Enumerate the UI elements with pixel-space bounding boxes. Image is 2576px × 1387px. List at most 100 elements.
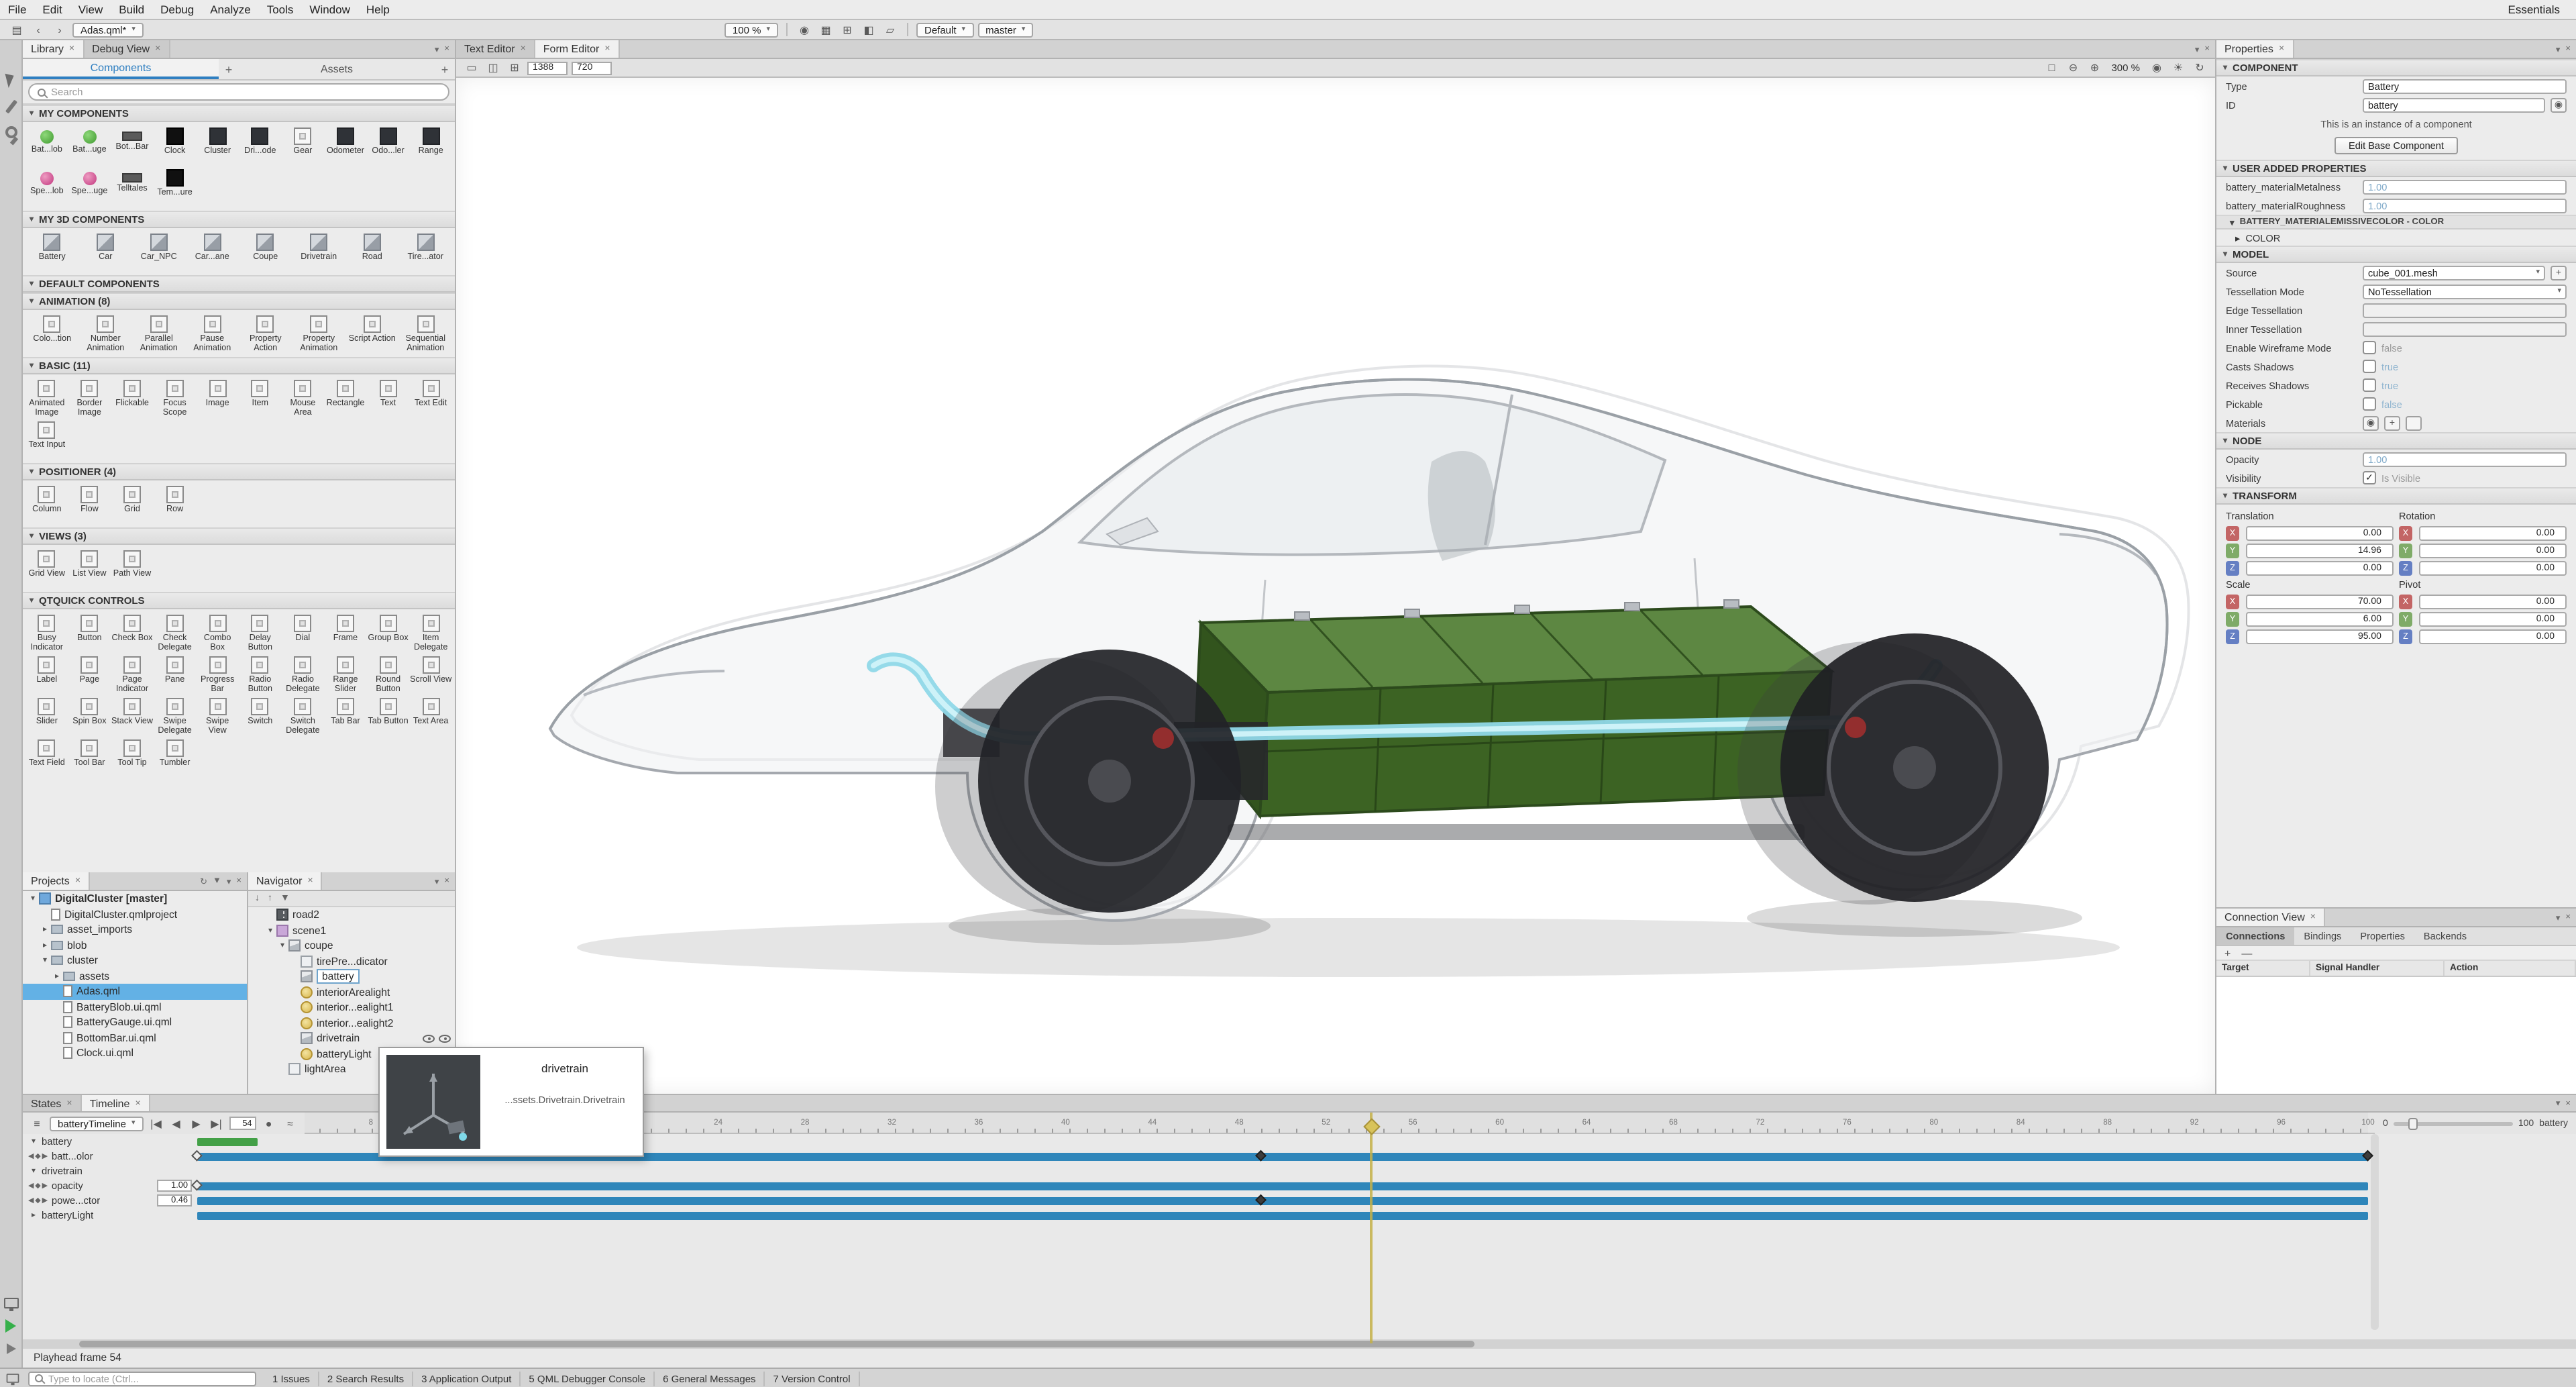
section-header-qtquick-controls[interactable]: ▾QTQUICK CONTROLS xyxy=(23,592,455,609)
section-header-animation-8[interactable]: ▾ANIMATION (8) xyxy=(23,293,455,310)
close-icon[interactable]: × xyxy=(2310,913,2316,922)
section-header-default-components[interactable]: ▾DEFAULT COMPONENTS xyxy=(23,275,455,293)
component-text[interactable]: Text xyxy=(367,377,410,419)
track-bar-area[interactable] xyxy=(197,1208,2368,1223)
component-group-box[interactable]: Group Box xyxy=(367,612,410,654)
receives-shadows-checkbox[interactable] xyxy=(2363,378,2376,392)
scale-y-field[interactable]: 6.00 xyxy=(2246,612,2394,627)
workspace-selector[interactable]: Essentials xyxy=(2508,3,2576,16)
timeline-bar[interactable] xyxy=(197,1182,2368,1190)
type-field[interactable]: Battery xyxy=(2363,79,2567,93)
record-icon[interactable]: ● xyxy=(260,1115,278,1131)
component-spin-box[interactable]: Spin Box xyxy=(68,695,111,737)
timeline-selector[interactable]: batteryTimeline ▾ xyxy=(50,1116,144,1131)
component-delay-button[interactable]: Delay Button xyxy=(239,612,282,654)
enable-wireframe-mode-checkbox[interactable] xyxy=(2363,341,2376,354)
track-value-field[interactable]: 0.46 xyxy=(157,1194,192,1206)
expand-icon[interactable]: ▾ xyxy=(28,1137,39,1146)
canvas-height-field[interactable]: 720 xyxy=(572,61,612,74)
back-icon[interactable]: ‹ xyxy=(30,21,47,38)
component-column[interactable]: Column xyxy=(25,483,68,525)
component-gear[interactable]: Gear xyxy=(282,125,325,166)
projects-item-batterygauge-ui-qml[interactable]: BatteryGauge.ui.qml xyxy=(23,1015,247,1030)
component-text-area[interactable]: Text Area xyxy=(409,695,452,737)
navigator-tab-navigator[interactable]: Navigator× xyxy=(248,872,323,890)
panel-close-icon[interactable]: × xyxy=(444,876,449,886)
component-busy-indicator[interactable]: Busy Indicator xyxy=(25,612,68,654)
casts-shadows-checkbox[interactable] xyxy=(2363,360,2376,373)
navigator-item-drivetrain[interactable]: drivetrain xyxy=(248,1031,455,1046)
projects-item-adas-qml[interactable]: Adas.qml xyxy=(23,984,247,999)
play-icon[interactable]: ▶ xyxy=(188,1115,205,1131)
close-icon[interactable]: × xyxy=(308,876,313,886)
component-text-edit[interactable]: Text Edit xyxy=(409,377,452,419)
component-focus-scope[interactable]: Focus Scope xyxy=(154,377,197,419)
branch-selector[interactable]: master▾ xyxy=(977,22,1033,37)
projects-item-cluster[interactable]: ▾cluster xyxy=(23,953,247,968)
component-grid[interactable]: Grid xyxy=(111,483,154,525)
add-assets-button[interactable]: + xyxy=(435,59,455,79)
track-header-batt-olor[interactable]: ◀◆▶batt...olor xyxy=(23,1150,197,1162)
menu-tools[interactable]: Tools xyxy=(259,3,302,16)
component-spe-uge[interactable]: Spe...uge xyxy=(68,166,111,208)
component-check-delegate[interactable]: Check Delegate xyxy=(154,612,197,654)
move-down-icon[interactable]: ↓ xyxy=(255,894,260,903)
guides-icon[interactable]: ⊞ xyxy=(839,21,856,38)
output-pane-1-issues[interactable]: 1 Issues xyxy=(264,1371,319,1386)
menu-view[interactable]: View xyxy=(70,3,111,16)
component-check-box[interactable]: Check Box xyxy=(111,612,154,654)
projects-item-clock-ui-qml[interactable]: Clock.ui.qml xyxy=(23,1045,247,1061)
close-icon[interactable]: × xyxy=(155,44,160,54)
camera-icon[interactable]: ◉ xyxy=(2148,60,2165,76)
component-cluster[interactable]: Cluster xyxy=(196,125,239,166)
menu-debug[interactable]: Debug xyxy=(152,3,202,16)
component-switch[interactable]: Switch xyxy=(239,695,282,737)
navigator-item-coupe[interactable]: ▾coupe xyxy=(248,938,455,954)
track-header-powe-ctor[interactable]: ◀◆▶powe...ctor0.46 xyxy=(23,1194,197,1206)
timeline-horizontal-scrollbar[interactable] xyxy=(23,1339,2576,1349)
track-header-batterylight[interactable]: ▸batteryLight xyxy=(23,1209,197,1221)
style-selector[interactable]: Default▾ xyxy=(916,22,973,37)
prop-section-user-added-properties[interactable]: ▾USER ADDED PROPERTIES xyxy=(2216,160,2576,177)
to-end-icon[interactable]: ▶| xyxy=(208,1115,225,1131)
track-header-opacity[interactable]: ◀◆▶opacity1.00 xyxy=(23,1180,197,1192)
current-frame-field[interactable]: 54 xyxy=(229,1117,256,1130)
section-header-views-3[interactable]: ▾VIEWS (3) xyxy=(23,527,455,545)
component-frame[interactable]: Frame xyxy=(324,612,367,654)
component-slider[interactable]: Slider xyxy=(25,695,68,737)
track-header-drivetrain[interactable]: ▾drivetrain xyxy=(23,1165,197,1177)
panel-menu-icon[interactable]: ▾ xyxy=(2556,1098,2561,1109)
library-tab-library[interactable]: Library× xyxy=(23,40,84,58)
component-rectangle[interactable]: Rectangle xyxy=(324,377,367,419)
add-module-button[interactable]: + xyxy=(219,59,239,79)
component-button[interactable]: Button xyxy=(68,612,111,654)
menu-analyze[interactable]: Analyze xyxy=(202,3,259,16)
material-swatch[interactable] xyxy=(2406,415,2422,430)
expand-icon[interactable]: ▾ xyxy=(28,1166,39,1176)
section-header-basic-11[interactable]: ▾BASIC (11) xyxy=(23,357,455,374)
component-flickable[interactable]: Flickable xyxy=(111,377,154,419)
prop-section-node[interactable]: ▾NODE xyxy=(2216,432,2576,450)
edge-tessellation-field[interactable] xyxy=(2363,303,2567,317)
component-swipe-view[interactable]: Swipe View xyxy=(196,695,239,737)
grid-snap-icon[interactable]: ▦ xyxy=(817,21,835,38)
move-up-icon[interactable]: ↑ xyxy=(268,894,272,903)
timeline-zoom-slider[interactable] xyxy=(2394,1121,2513,1125)
panel-menu-icon[interactable]: ▾ xyxy=(2556,912,2561,923)
expand-icon[interactable]: ▸ xyxy=(51,972,63,981)
component-animated-image[interactable]: Animated Image xyxy=(25,377,68,419)
component-radio-delegate[interactable]: Radio Delegate xyxy=(282,654,325,695)
component-bot-bar[interactable]: Bot...Bar xyxy=(111,125,154,166)
track-header-battery[interactable]: ▾battery xyxy=(23,1135,197,1147)
sidebar-toggle-icon[interactable]: ▤ xyxy=(8,21,25,38)
navigator-item-interior-ealight1[interactable]: interior...ealight1 xyxy=(248,1000,455,1015)
close-icon[interactable]: × xyxy=(521,44,526,54)
component-round-button[interactable]: Round Button xyxy=(367,654,410,695)
prev-keyframe-icon[interactable]: ◀ xyxy=(168,1115,185,1131)
navigator-item-road2[interactable]: road2 xyxy=(248,907,455,923)
root-size-icon[interactable]: ⊞ xyxy=(506,60,523,76)
component-odo-ler[interactable]: Odo...ler xyxy=(367,125,410,166)
cv-tab-properties[interactable]: Properties xyxy=(2351,927,2414,945)
projects-item-blob[interactable]: ▸blob xyxy=(23,937,247,953)
component-page[interactable]: Page xyxy=(68,654,111,695)
